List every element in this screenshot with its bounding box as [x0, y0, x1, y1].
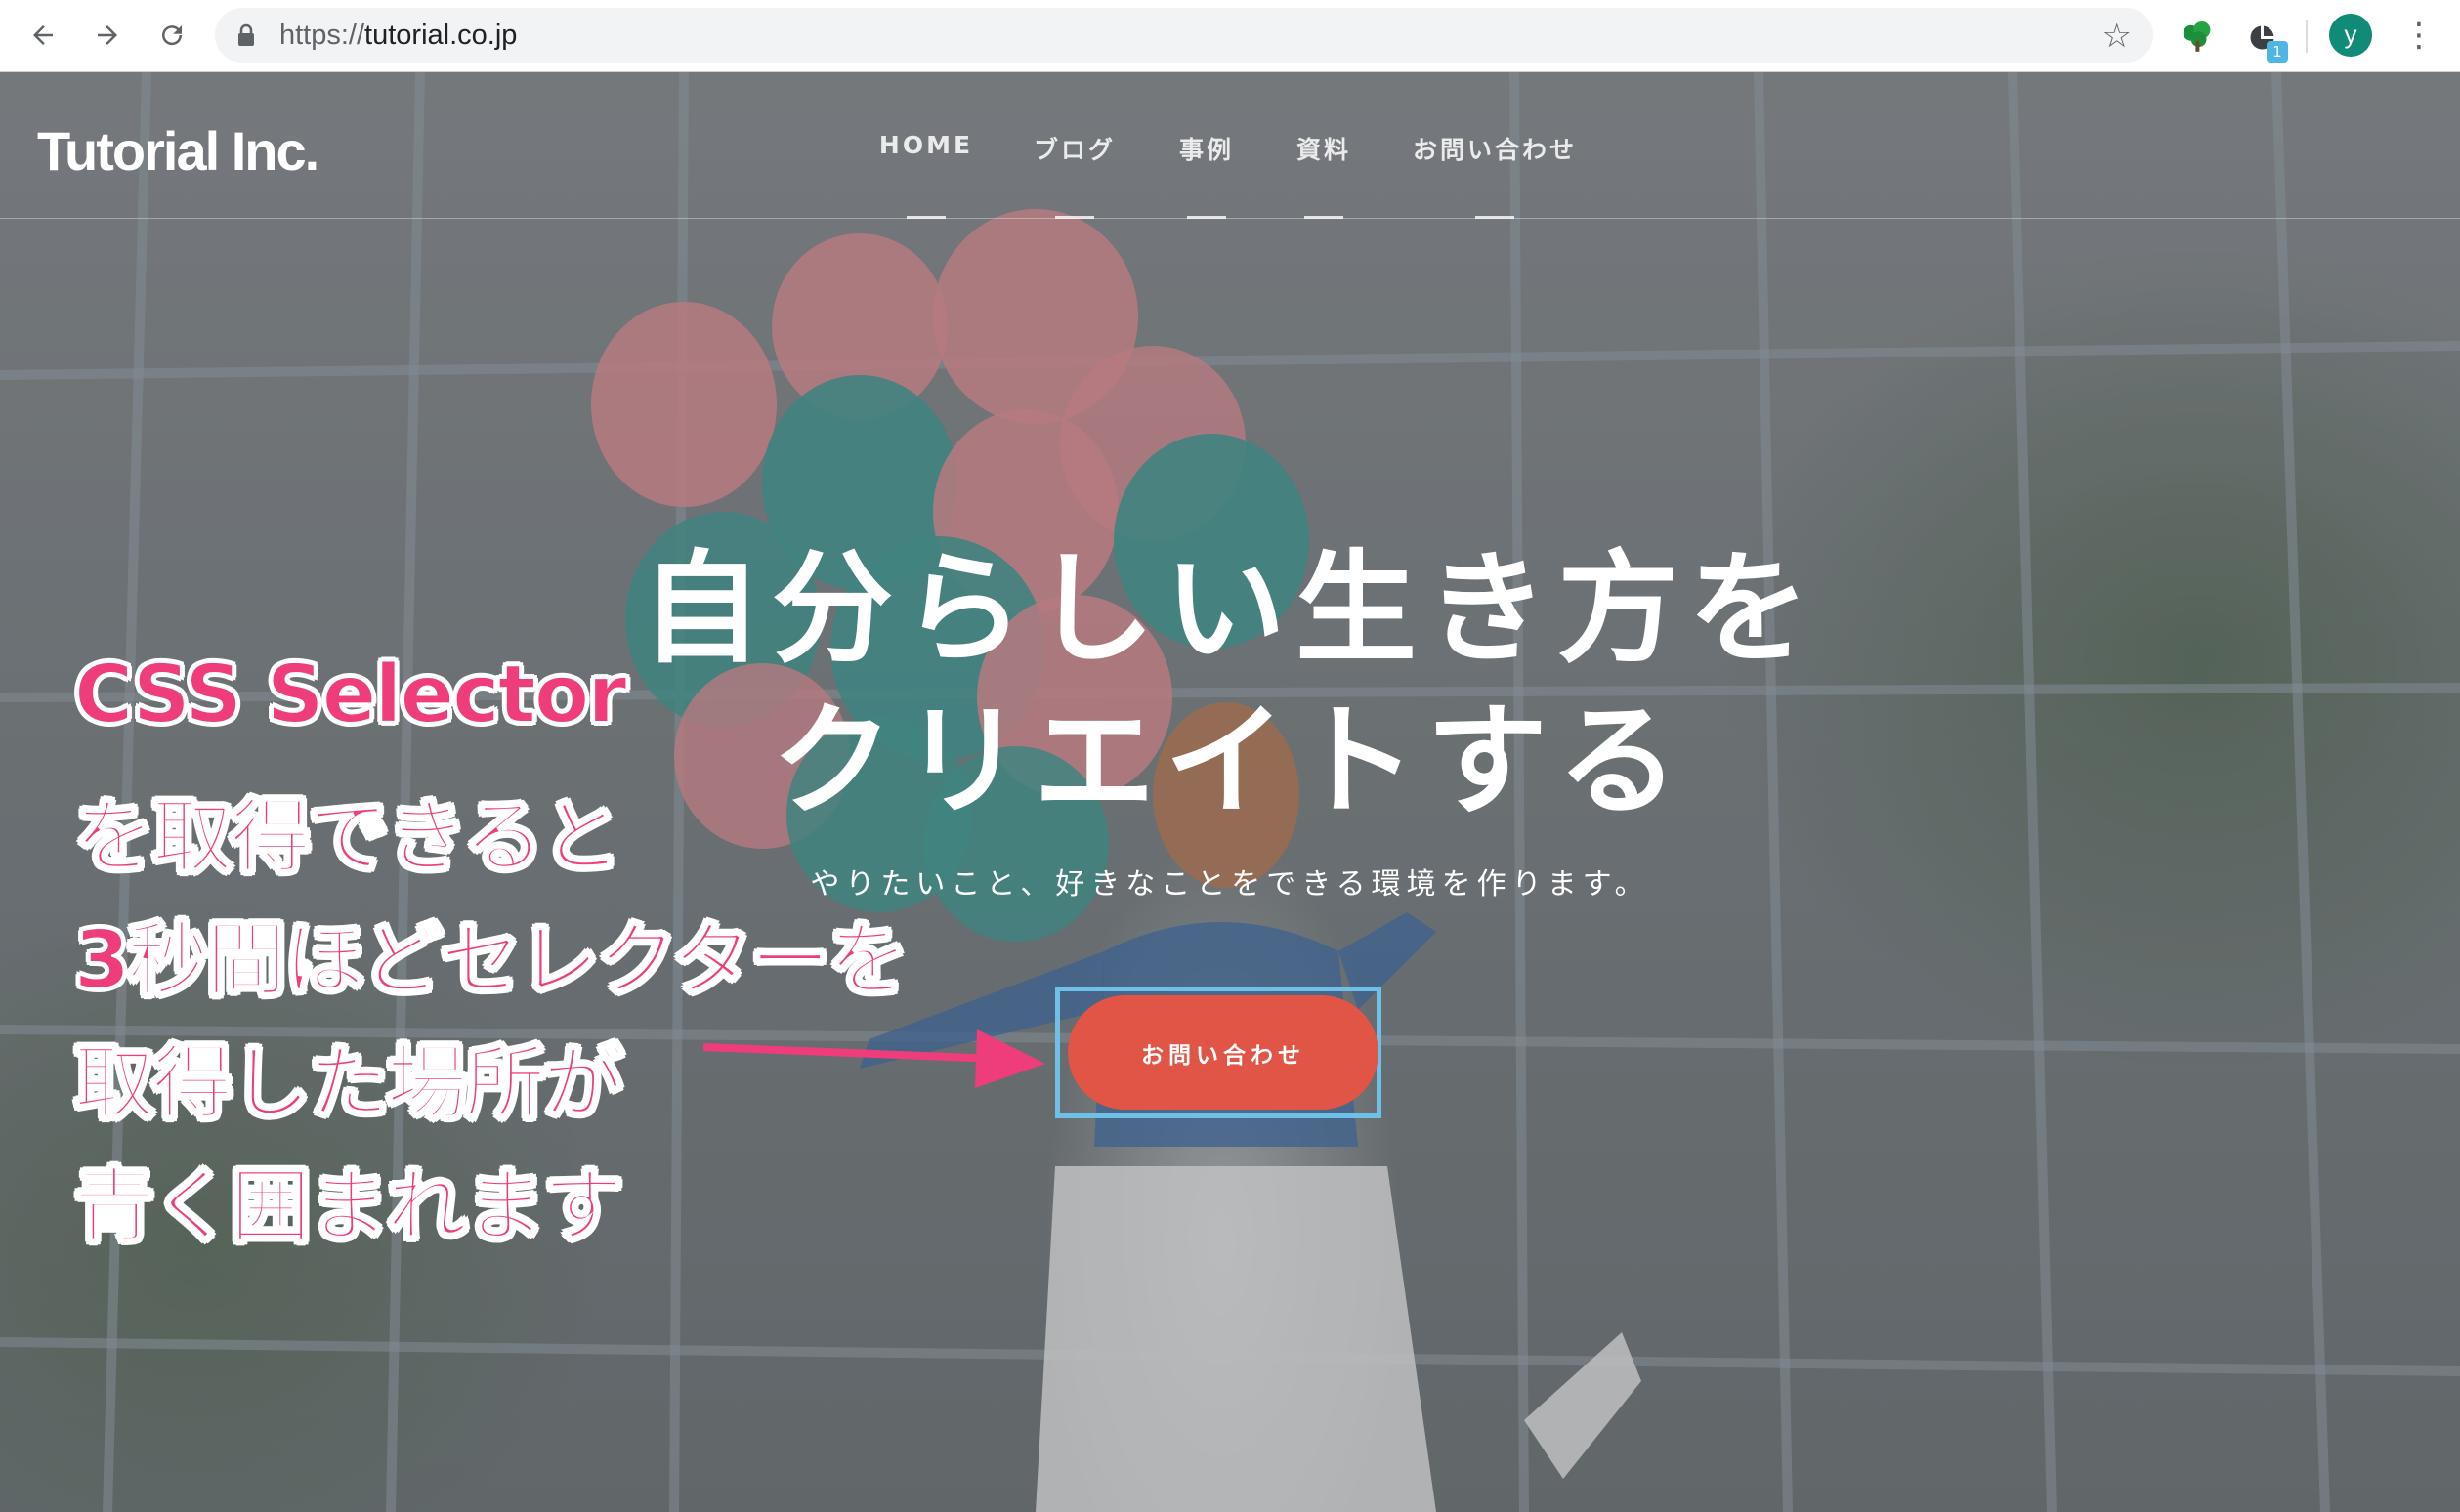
nav-underline: [907, 216, 946, 219]
forward-button[interactable]: [86, 14, 129, 57]
extension-icon[interactable]: 1: [2243, 16, 2288, 63]
annotation-line-5: 青く囲まれます: [73, 1159, 624, 1254]
tree-extension-icon[interactable]: [2177, 16, 2218, 57]
annotation-line-4: 取得した場所が: [73, 1036, 624, 1131]
reload-button[interactable]: [150, 14, 193, 57]
back-arrow-icon: [33, 25, 53, 45]
nav-label: ブログ: [1033, 136, 1116, 164]
nav-item-contact[interactable]: お問い合わせ: [1407, 131, 1583, 219]
nav-underline: [1475, 216, 1514, 219]
nav-label: 資料: [1295, 136, 1351, 164]
extension-badge: 1: [2267, 41, 2288, 63]
nav-underline: [1187, 216, 1226, 219]
nav-label: お問い合わせ: [1412, 136, 1577, 164]
url-text: https://tutorial.co.jp: [279, 20, 518, 51]
annotation-arrow-icon: [702, 1029, 1045, 1088]
hero-section: Tutorial Inc. HOME ブログ 事例 資料 お問い合わせ 自分らし…: [0, 72, 2460, 1512]
annotation-line-2: を取得できると: [73, 790, 622, 885]
nav-item-home[interactable]: HOME: [877, 131, 975, 219]
forward-arrow-icon: [98, 25, 117, 45]
bookmark-star-icon[interactable]: ☆: [2102, 17, 2132, 56]
annotation-line-3: 3秒間ほどセレクターを: [73, 913, 910, 1008]
annotation-line-1: CSS Selector: [73, 648, 628, 742]
selector-highlight-box: お問い合わせ: [1055, 987, 1381, 1118]
nav-item-cases[interactable]: 事例: [1163, 131, 1251, 219]
nav-underline: [1055, 216, 1094, 219]
nav-item-blog[interactable]: ブログ: [1016, 131, 1133, 219]
nav-label: 事例: [1178, 136, 1234, 164]
contact-button[interactable]: お問い合わせ: [1068, 995, 1378, 1110]
address-bar[interactable]: https://tutorial.co.jp ☆: [215, 8, 2153, 63]
nav-label: HOME: [878, 131, 974, 159]
site-header: Tutorial Inc. HOME ブログ 事例 資料 お問い合わせ: [0, 72, 2460, 219]
toolbar-divider: [2306, 20, 2308, 53]
more-menu-icon[interactable]: ⋮: [2399, 14, 2439, 57]
reload-icon: [162, 25, 183, 46]
browser-toolbar: https://tutorial.co.jp ☆ 1 y ⋮: [0, 0, 2460, 72]
site-nav: HOME ブログ 事例 資料 お問い合わせ: [0, 131, 2460, 219]
profile-avatar[interactable]: y: [2329, 14, 2372, 57]
nav-underline: [1304, 216, 1343, 219]
back-button[interactable]: [21, 14, 64, 57]
nav-item-materials[interactable]: 資料: [1280, 131, 1368, 219]
lock-icon: [238, 23, 254, 46]
